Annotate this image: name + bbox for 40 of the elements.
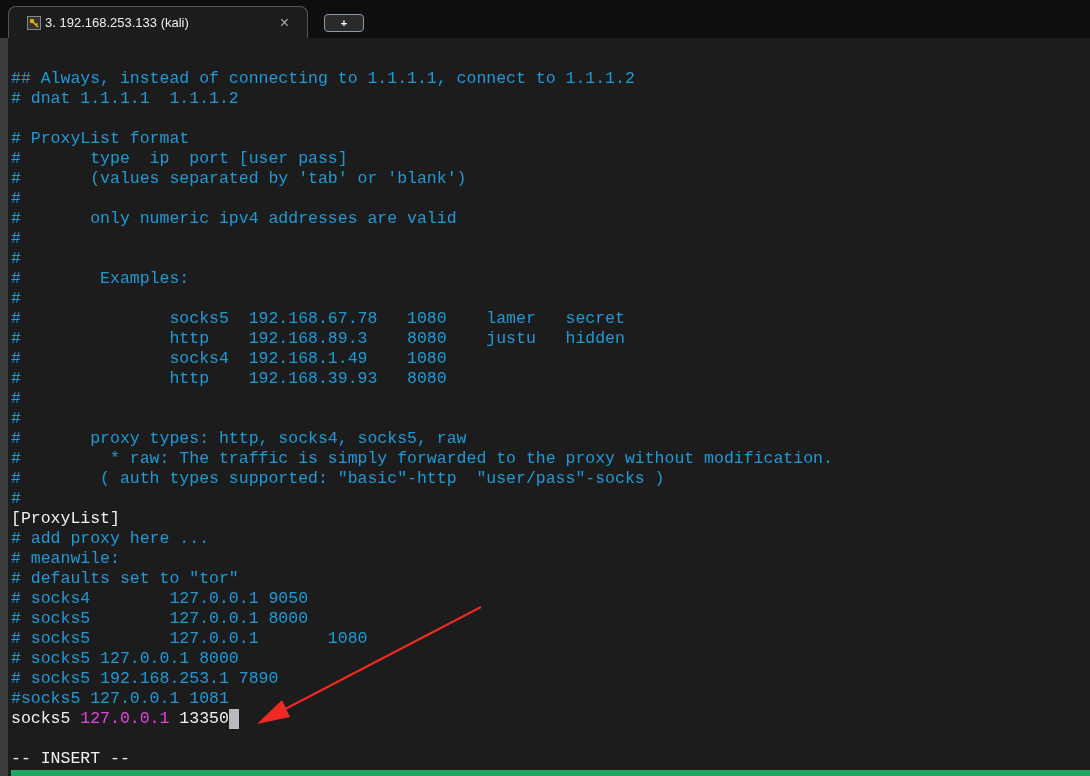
comment-text: # socks5 127.0.0.1 8000	[11, 649, 239, 669]
code-text: -- INSERT --	[11, 749, 130, 769]
comment-text: # socks5 127.0.0.1 1080	[11, 629, 368, 649]
comment-text: # add proxy here ...	[11, 529, 210, 549]
comment-text: # type ip port [user pass]	[11, 149, 348, 169]
code-text: [ProxyList]	[11, 509, 120, 529]
comment-text: # socks5 192.168.253.1 7890	[11, 669, 279, 689]
comment-text: #	[11, 249, 21, 269]
comment-text: # proxy types: http, socks4, socks5, raw	[11, 429, 467, 449]
new-tab-button[interactable]: +	[324, 14, 364, 32]
comment-text: # meanwile:	[11, 549, 120, 569]
comment-text: # * raw: The traffic is simply forwarded to the proxy without modification.	[11, 449, 833, 469]
comment-text: # socks4 127.0.0.1 9050	[11, 589, 309, 609]
comment-text: # http 192.168.39.93 8080	[11, 369, 447, 389]
tab-title: 3. 192.168.253.133 (kali)	[45, 13, 190, 32]
comment-text: #	[11, 189, 21, 209]
comment-text: #	[11, 289, 21, 309]
comment-text: #socks5 127.0.0.1 1081	[11, 689, 229, 709]
comment-text: # dnat 1.1.1.1 1.1.1.2	[11, 89, 239, 109]
comment-text: # Examples:	[11, 269, 190, 289]
code-text: socks5	[11, 709, 72, 729]
comment-text: #	[11, 229, 21, 249]
comment-text: #	[11, 389, 21, 409]
code-text: 13350	[178, 709, 229, 729]
comment-text: ## Always, instead of connecting to 1.1.1.1, connect to 1.1.1.2	[11, 69, 635, 89]
comment-text: # defaults set to "tor"	[11, 569, 239, 589]
comment-text: # ( auth types supported: "basic"-http "user/pass"-socks )	[11, 469, 665, 489]
comment-text: #	[11, 409, 21, 429]
comment-text: # http 192.168.89.3 8080 justu hidden	[11, 329, 625, 349]
comment-text: #	[11, 489, 21, 509]
key-icon	[27, 15, 41, 30]
comment-text: # socks4 192.168.1.49 1080	[11, 349, 447, 369]
code-text: 127.0.0.1	[80, 709, 170, 729]
comment-text: # socks5 127.0.0.1 8000	[11, 609, 309, 629]
close-tab-button[interactable]: ×	[279, 14, 289, 31]
comment-text: # socks5 192.168.67.78 1080 lamer secret	[11, 309, 625, 329]
comment-text: # only numeric ipv4 addresses are valid	[11, 209, 457, 229]
comment-text: # ProxyList format	[11, 129, 190, 149]
comment-text: # (values separated by 'tab' or 'blank')	[11, 169, 467, 189]
terminal-tab[interactable]: 3. 192.168.253.133 (kali) ×	[8, 6, 308, 38]
